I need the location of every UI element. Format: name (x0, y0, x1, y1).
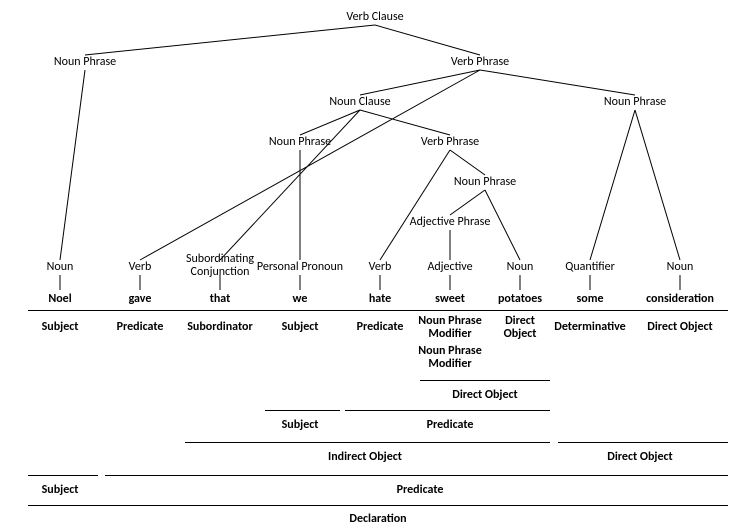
hr-subj-inner (265, 410, 340, 411)
node-ap: Adjective Phrase (410, 215, 491, 229)
pos-q: Quantifier (565, 260, 615, 274)
node-nc: Noun Clause (329, 95, 390, 109)
role-subject-1: Subject (42, 320, 79, 334)
role-subj-inner: Subject (282, 418, 319, 432)
role-determinative: Determinative (554, 320, 625, 334)
node-vp2: Verb Phrase (421, 135, 479, 149)
role-predicate-1: Predicate (117, 320, 164, 334)
hr-pred-top (105, 475, 728, 476)
hr-decl (28, 505, 728, 506)
role-declaration: Declaration (349, 512, 406, 526)
word-noel: Noel (48, 292, 71, 306)
pos-adj: Adjective (427, 260, 472, 274)
node-vp1: Verb Phrase (451, 55, 509, 69)
pos-pp: Personal Pronoun (257, 260, 343, 274)
role-npmod-1a: Noun Phrase (418, 314, 482, 328)
pos-noun3: Noun (667, 260, 694, 274)
role-npmod-1b: Modifier (428, 327, 471, 341)
node-np4: Noun Phrase (454, 175, 516, 189)
role-npmod-2b: Modifier (428, 357, 471, 371)
word-gave: gave (129, 292, 152, 306)
role-subj-top: Subject (42, 483, 79, 497)
word-that: that (210, 292, 231, 306)
hr-do-outer (558, 442, 728, 443)
word-we: we (293, 292, 308, 306)
role-do-1b: Object (504, 327, 537, 341)
node-np3: Noun Phrase (269, 135, 331, 149)
role-pred-inner: Predicate (427, 418, 474, 432)
role-do-inner: Direct Object (452, 388, 517, 402)
hr-pred-inner (345, 410, 550, 411)
role-subordinator: Subordinator (187, 320, 253, 334)
hr-subj-top (28, 475, 98, 476)
role-pred-top: Predicate (397, 483, 444, 497)
hr-do-inner (420, 380, 550, 381)
role-subject-2: Subject (282, 320, 319, 334)
node-np2: Noun Phrase (604, 95, 666, 109)
word-hate: hate (369, 292, 391, 306)
underline-words (28, 310, 728, 311)
role-do-outer: Direct Object (607, 450, 672, 464)
node-np1: Noun Phrase (54, 55, 116, 69)
pos-noun: Noun (47, 260, 74, 274)
word-some: some (576, 292, 603, 306)
syntax-tree: { "sentence": ["Noel","gave","that","we"… (0, 0, 750, 531)
role-predicate-2: Predicate (357, 320, 404, 334)
word-sweet: sweet (435, 292, 465, 306)
pos-verb2: Verb (369, 260, 392, 274)
pos-verb1: Verb (129, 260, 152, 274)
node-root: Verb Clause (346, 10, 403, 24)
role-do-2: Direct Object (647, 320, 712, 334)
pos-sub1: Subordinating (186, 252, 254, 266)
pos-sub2: Conjunction (191, 265, 250, 279)
word-consideration: consideration (646, 292, 714, 306)
pos-noun2: Noun (507, 260, 534, 274)
role-io: Indirect Object (328, 450, 402, 464)
hr-io (185, 442, 550, 443)
role-do-1a: Direct (505, 314, 535, 328)
word-potatoes: potatoes (498, 292, 542, 306)
role-npmod-2a: Noun Phrase (418, 344, 482, 358)
